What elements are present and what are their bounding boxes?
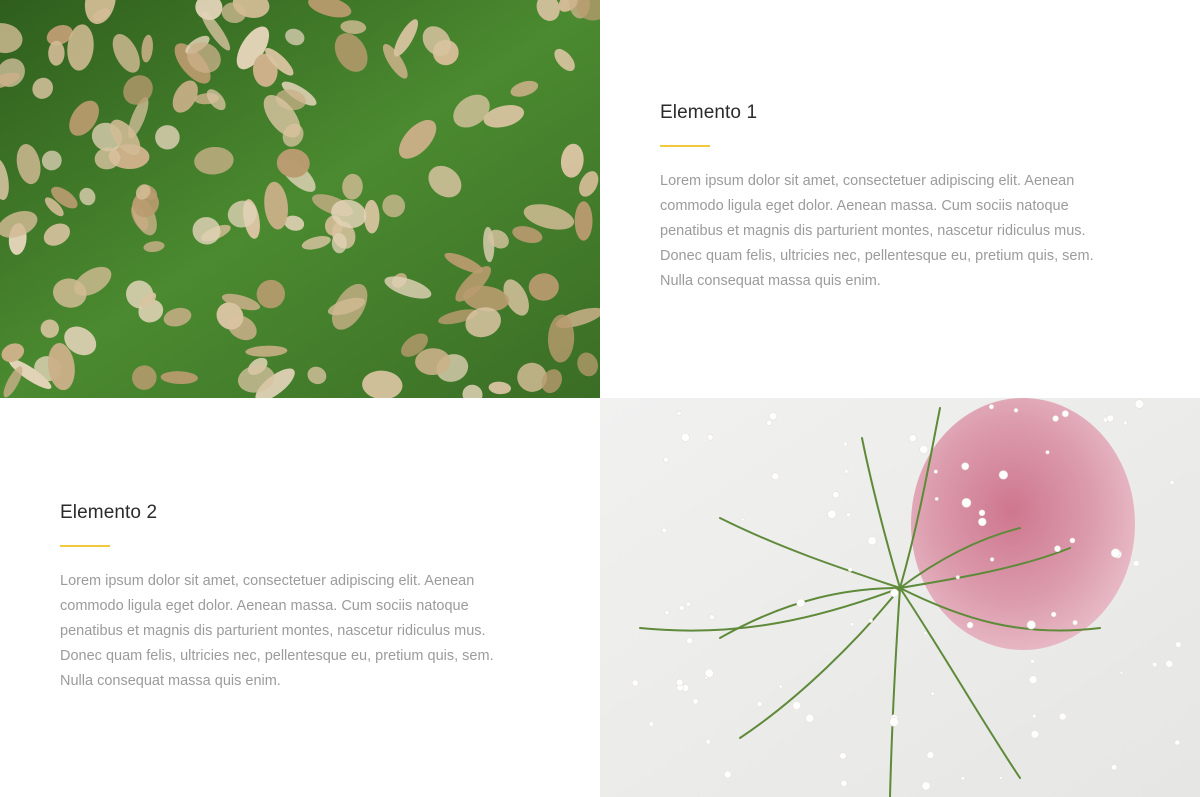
autumn-leaves-photo: [0, 0, 600, 398]
section-2-content: Elemento 2 Lorem ipsum dolor sit amet, c…: [60, 501, 520, 694]
wildflowers-photo: [600, 398, 1200, 797]
section-2: Elemento 2 Lorem ipsum dolor sit amet, c…: [0, 398, 600, 797]
section-1: Elemento 1 Lorem ipsum dolor sit amet, c…: [600, 0, 1200, 398]
section-2-accent-line: [60, 545, 110, 547]
section-1-title: Elemento 1: [660, 102, 758, 123]
autumn-leaves-image: [0, 0, 600, 398]
section-1-accent-line: [660, 145, 710, 147]
section-2-title: Elemento 2: [60, 502, 158, 523]
section-1-body: Lorem ipsum dolor sit amet, consectetuer…: [660, 173, 1094, 289]
wildflowers-image: [600, 398, 1200, 797]
section-1-content: Elemento 1 Lorem ipsum dolor sit amet, c…: [660, 101, 1120, 294]
feature-grid: Elemento 1 Lorem ipsum dolor sit amet, c…: [0, 0, 1200, 797]
section-2-body: Lorem ipsum dolor sit amet, consectetuer…: [60, 573, 494, 689]
